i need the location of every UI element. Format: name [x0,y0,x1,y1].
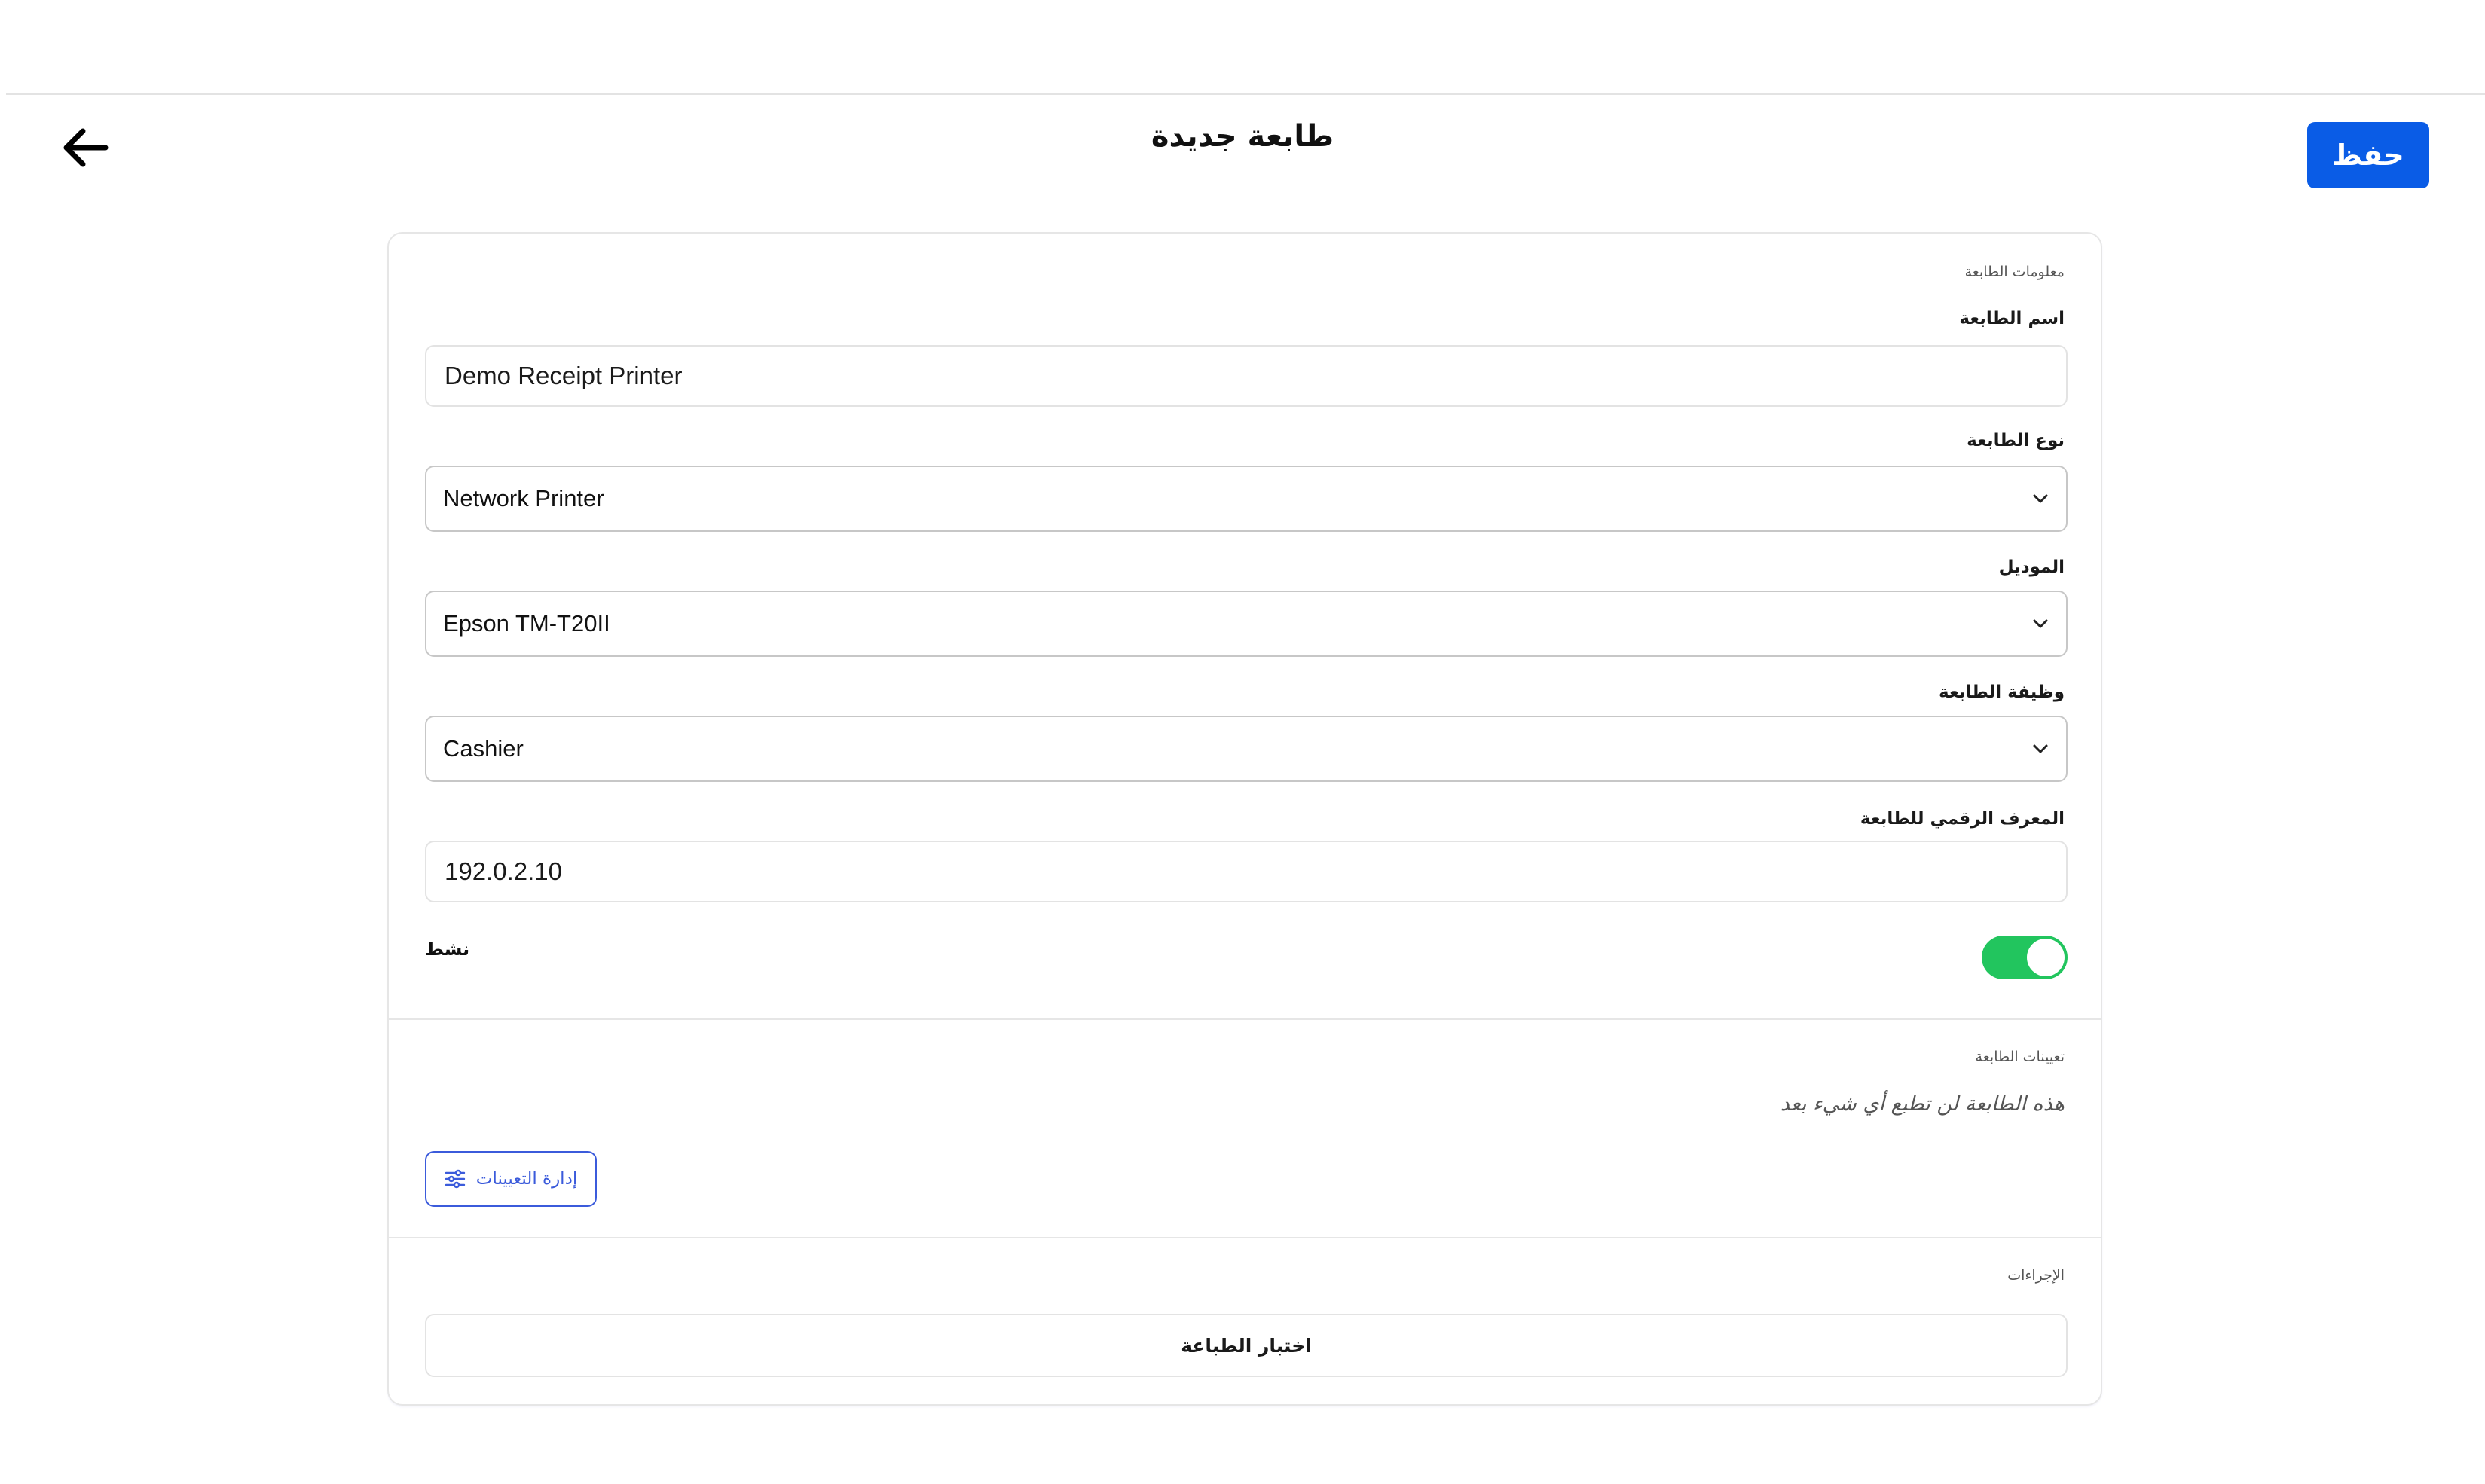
printer-function-label: وظيفة الطابعة [1939,682,2065,702]
section-divider [389,1018,2101,1020]
section-divider [389,1237,2101,1238]
top-divider [6,93,2485,95]
printer-type-value: Network Printer [443,485,604,511]
printer-name-label: اسم الطابعة [1959,309,2065,328]
printer-type-select[interactable]: Network Printer [425,466,2068,532]
printer-function-select[interactable]: Cashier [425,716,2068,782]
toggle-knob [2027,939,2065,976]
printer-model-value: Epson TM-T20II [443,610,610,637]
assignments-section-title: تعيينات الطابعة [1975,1049,2065,1065]
printer-info-section-title: معلومات الطابعة [1964,264,2065,280]
active-label: نشط [425,939,470,960]
printer-ip-input[interactable] [425,841,2068,902]
chevron-down-icon [2031,493,2049,505]
test-print-button[interactable]: اختبار الطباعة [425,1314,2068,1377]
active-toggle[interactable] [1982,936,2068,979]
printer-form-card: معلومات الطابعة اسم الطابعة نوع الطابعة … [387,232,2102,1406]
actions-section-title: الإجراءات [2007,1267,2065,1284]
chevron-down-icon [2031,743,2049,755]
printer-type-label: نوع الطابعة [1967,431,2065,450]
printer-model-label: الموديل [1998,557,2065,577]
chevron-down-icon [2031,618,2049,630]
sliders-icon [445,1169,465,1189]
assignments-empty-text: هذه الطابعة لن تطبع أي شيء بعد [1780,1092,2065,1116]
manage-assignments-label: إدارة التعيينات [475,1169,578,1189]
printer-name-input[interactable] [425,345,2068,407]
printer-function-value: Cashier [443,735,524,762]
save-button[interactable]: حفظ [2307,122,2429,188]
manage-assignments-button[interactable]: إدارة التعيينات [425,1151,597,1207]
printer-ip-label: المعرف الرقمي للطابعة [1860,809,2065,829]
printer-model-select[interactable]: Epson TM-T20II [425,591,2068,657]
page-title: طابعة جديدة [1151,119,1334,154]
